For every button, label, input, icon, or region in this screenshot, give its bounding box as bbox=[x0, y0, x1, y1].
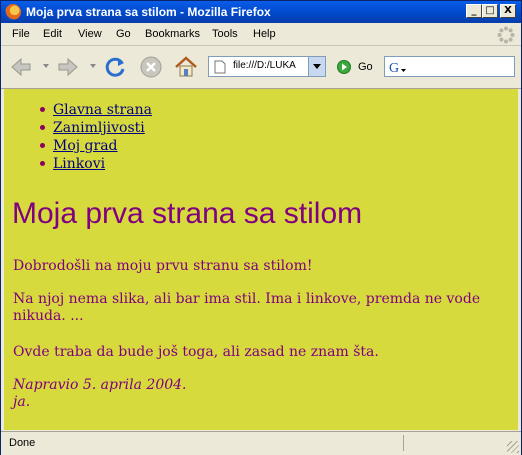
maximize-button[interactable]: □ bbox=[482, 4, 498, 18]
stop-icon[interactable] bbox=[138, 54, 164, 80]
menu-bookmarks[interactable]: Bookmarks bbox=[145, 28, 200, 40]
menu-view[interactable]: View bbox=[78, 28, 102, 40]
welcome-paragraph: Dobrodošli na moju prvu stranu sa stilom… bbox=[13, 258, 313, 274]
page-content: Glavna strana Zanimljivosti Moj grad Lin… bbox=[4, 89, 518, 430]
list-item: Linkovi bbox=[40, 155, 152, 173]
todo-paragraph: Ovde traba da bude još toga, ali zasad n… bbox=[13, 344, 379, 360]
chevron-down-icon bbox=[313, 64, 321, 69]
url-input[interactable]: file:///D:/LUKA bbox=[233, 60, 311, 71]
google-search-icon[interactable]: G bbox=[389, 60, 407, 74]
firefox-icon bbox=[5, 4, 21, 20]
link-zanimljivosti[interactable]: Zanimljivosti bbox=[53, 120, 145, 136]
signature-author: ja. bbox=[13, 394, 31, 410]
list-item: Moj grad bbox=[40, 137, 152, 155]
bullet bbox=[40, 143, 45, 148]
menu-help[interactable]: Help bbox=[253, 28, 276, 40]
menu-edit[interactable]: Edit bbox=[43, 28, 62, 40]
page-heading: Moja prva strana sa stilom bbox=[12, 197, 363, 230]
go-icon[interactable] bbox=[337, 60, 351, 74]
link-linkovi[interactable]: Linkovi bbox=[53, 156, 105, 172]
link-moj-grad[interactable]: Moj grad bbox=[53, 138, 118, 154]
go-button-label[interactable]: Go bbox=[358, 61, 373, 73]
title-bar[interactable]: Moja prva strana sa stilom - Mozilla Fir… bbox=[1, 1, 521, 23]
forward-icon[interactable] bbox=[55, 54, 81, 80]
address-bar[interactable]: file:///D:/LUKA bbox=[208, 56, 326, 77]
close-button[interactable]: X bbox=[500, 4, 516, 18]
menu-tools[interactable]: Tools bbox=[212, 28, 238, 40]
page-icon bbox=[214, 60, 226, 74]
home-icon[interactable] bbox=[173, 54, 199, 80]
minimize-button[interactable]: _ bbox=[466, 4, 482, 18]
nav-link-list: Glavna strana Zanimljivosti Moj grad Lin… bbox=[4, 101, 152, 173]
back-history-dropmarker[interactable] bbox=[43, 64, 49, 68]
menu-go[interactable]: Go bbox=[116, 28, 131, 40]
svg-text:G: G bbox=[389, 61, 399, 74]
bullet bbox=[40, 125, 45, 130]
url-dropdown-button[interactable] bbox=[308, 57, 325, 76]
menu-bar: File Edit View Go Bookmarks Tools Help bbox=[1, 24, 521, 46]
browser-window: Moja prva strana sa stilom - Mozilla Fir… bbox=[0, 0, 522, 455]
throbber-icon bbox=[497, 26, 515, 44]
navigation-toolbar: file:///D:/LUKA Go G bbox=[1, 46, 521, 89]
list-item: Zanimljivosti bbox=[40, 119, 152, 137]
search-box[interactable]: G bbox=[384, 56, 515, 77]
bullet bbox=[40, 107, 45, 112]
menu-file[interactable]: File bbox=[12, 28, 30, 40]
list-item: Glavna strana bbox=[40, 101, 152, 119]
link-glavna-strana[interactable]: Glavna strana bbox=[53, 102, 152, 118]
forward-history-dropmarker[interactable] bbox=[90, 64, 96, 68]
reload-icon[interactable] bbox=[102, 54, 128, 80]
bullet bbox=[40, 161, 45, 166]
signature-date: Napravio 5. aprila 2004. bbox=[13, 377, 187, 393]
signature: Napravio 5. aprila 2004. ja. bbox=[13, 377, 513, 411]
intro-paragraph: Na njoj nema slika, ali bar ima stil. Im… bbox=[13, 291, 481, 324]
status-bar: Done bbox=[1, 431, 521, 455]
back-icon[interactable] bbox=[8, 54, 34, 80]
status-divider bbox=[403, 435, 404, 451]
window-title: Moja prva strana sa stilom - Mozilla Fir… bbox=[26, 5, 271, 19]
resize-grip-icon[interactable] bbox=[507, 441, 519, 453]
status-text: Done bbox=[9, 437, 36, 449]
